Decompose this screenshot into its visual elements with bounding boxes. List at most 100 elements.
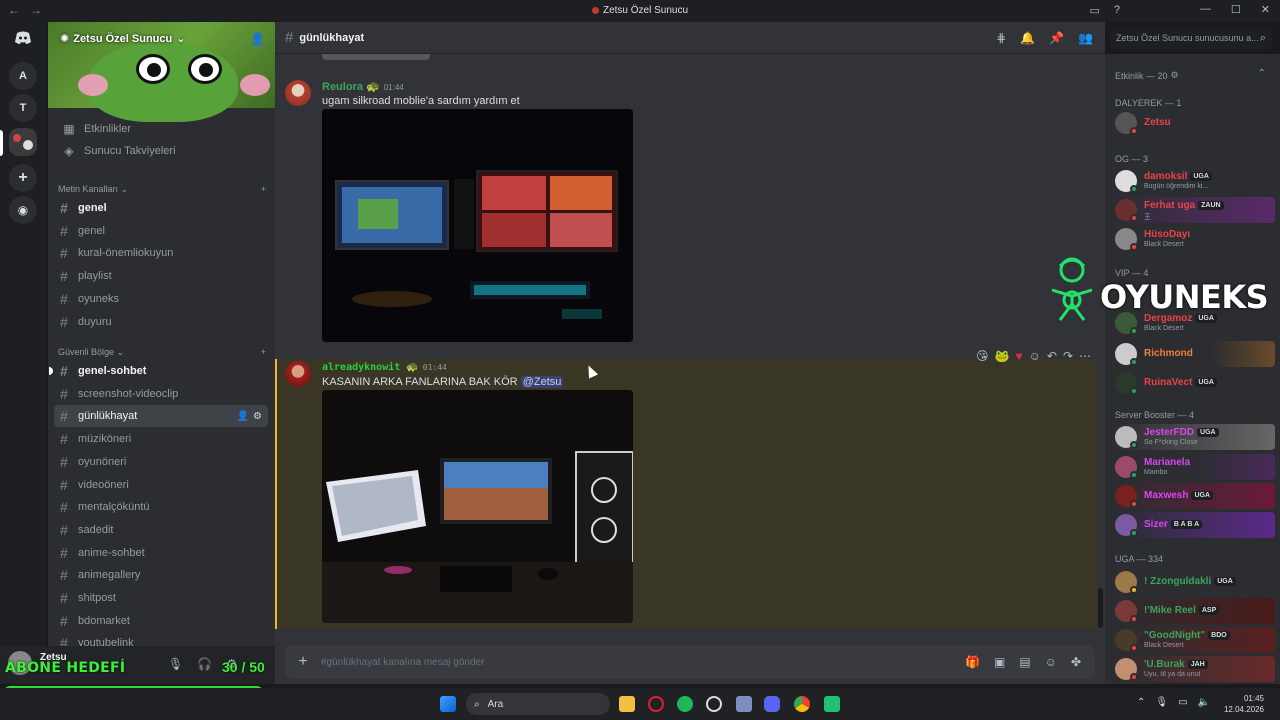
member-list-icon[interactable]: 👥 [1078, 31, 1093, 45]
network-icon[interactable]: ▭ [1178, 697, 1187, 708]
member-item[interactable]: Sizer B A B A [1113, 512, 1275, 538]
member-item[interactable]: Marianela Mambo [1113, 454, 1275, 480]
discord-home-icon[interactable] [9, 24, 37, 52]
server-icon [591, 6, 599, 14]
add-channel-icon[interactable]: + [261, 184, 266, 195]
green-app-icon[interactable] [824, 696, 840, 712]
search-icon: ⌕ [474, 698, 480, 710]
server-t[interactable]: T [9, 94, 37, 122]
chevron-up-icon[interactable]: ⌃ [1137, 697, 1145, 708]
category-safe-zone[interactable]: Güvenli Bölge ⌄ + [58, 347, 266, 358]
add-channel-icon[interactable]: + [261, 347, 266, 358]
threads-icon[interactable]: ⋕ [996, 31, 1006, 45]
member-item[interactable]: HüsoDayı Black Desert [1113, 226, 1275, 252]
channel-b-4[interactable]: # oyunöneri [54, 451, 268, 473]
windows-start-icon[interactable] [440, 696, 456, 712]
taskbar-search[interactable]: ⌕ Ara [466, 693, 610, 715]
category-text-channels[interactable]: Metin Kanalları ⌄ + [58, 184, 266, 195]
file-explorer-icon[interactable] [619, 696, 635, 712]
member-item[interactable]: damoksil UGA Bugün öğrendim ki... [1113, 168, 1275, 194]
user-mention[interactable]: @Zetsu [520, 376, 564, 388]
member-item[interactable]: Ferhat uga ZAUN 王 [1113, 197, 1275, 223]
add-server-icon[interactable]: + [9, 164, 37, 192]
gear-icon[interactable]: ⚙ [1171, 70, 1179, 81]
opera-gx-icon[interactable] [648, 696, 664, 712]
maximize-icon[interactable]: ☐ [1231, 3, 1241, 16]
channel-b-10[interactable]: # shitpost [54, 587, 268, 609]
app-icon[interactable] [736, 696, 752, 712]
channel-b-3[interactable]: # müziköneri [54, 428, 268, 450]
search-input[interactable]: Zetsu Özel Sunucu sunucusunu a... ⌕ [1110, 27, 1272, 49]
channel-b-7[interactable]: # sadedit [54, 519, 268, 541]
setup-photo-2[interactable] [322, 390, 633, 623]
channel-label: sadedit [78, 523, 114, 536]
channel-a-5[interactable]: # duyuru [54, 311, 268, 333]
taskbar-clock[interactable]: 01:45 12.04.2026 [1224, 693, 1264, 715]
volume-icon[interactable]: 🔈 [1198, 697, 1210, 708]
channel-b-2[interactable]: # günlükhayat 👤 ⚙ [54, 405, 268, 428]
member-item[interactable]: "GoodNight" BDO Black Desert [1113, 627, 1275, 653]
message-input[interactable] [321, 656, 966, 668]
channel-a-4[interactable]: # oyuneks [54, 288, 268, 310]
attach-plus-icon[interactable]: + [285, 653, 321, 671]
close-icon[interactable]: ✕ [1261, 3, 1270, 16]
status-indicator [1130, 644, 1138, 652]
channel-b-11[interactable]: # bdomarket [54, 610, 268, 632]
member-item[interactable]: !'Mike Reel ASP [1113, 598, 1275, 624]
status-indicator [1130, 327, 1138, 335]
shortcut-boosts[interactable]: ◈ Sunucu Takviyeleri [56, 140, 266, 162]
headphones-icon[interactable]: 🎧 [197, 657, 212, 671]
server-name-dropdown[interactable]: ✺ Zetsu Özel Sunucu ⌄ [60, 32, 185, 46]
sticker-icon[interactable]: ▤ [1019, 655, 1030, 669]
invite-icon[interactable]: 👤 [237, 411, 249, 422]
help-icon[interactable]: ? [1114, 4, 1120, 17]
emoji-icon[interactable]: ☺ [1045, 655, 1057, 669]
channel-a-2[interactable]: # kural-önemliokuyun [54, 242, 268, 264]
message-author[interactable]: alreadyknowit 🐢 01:44 [322, 362, 447, 373]
pin-icon[interactable]: 📌 [1049, 31, 1064, 45]
member-item[interactable]: Maxwesh UGA [1113, 483, 1275, 509]
channel-settings-gear-icon[interactable]: ⚙ [253, 411, 262, 422]
channel-b-6[interactable]: # mentalçöküntü [54, 496, 268, 518]
member-item[interactable]: Zetsu [1113, 110, 1275, 136]
steam-icon[interactable] [706, 696, 722, 712]
avatar[interactable] [285, 80, 311, 106]
notification-bell-icon[interactable]: 🔔 [1020, 31, 1035, 45]
channel-a-0[interactable]: # genel [54, 197, 268, 219]
channel-b-8[interactable]: # anime-sohbet [54, 542, 268, 564]
channel-b-0[interactable]: # genel-sohbet [49, 360, 268, 382]
member-item[interactable]: JesterFDD UGA So F*cking Close [1113, 424, 1275, 450]
member-item[interactable]: ! Zzonguldakli UGA [1113, 569, 1275, 595]
chrome-icon[interactable] [794, 696, 810, 712]
discover-icon[interactable]: ◉ [9, 196, 37, 224]
channel-b-9[interactable]: # animegallery [54, 564, 268, 586]
inbox-icon[interactable]: ▭ [1089, 4, 1099, 17]
channel-b-5[interactable]: # videoöneri [54, 474, 268, 496]
gift-icon[interactable]: 🎁 [965, 655, 980, 669]
member-item[interactable]: Richmond [1113, 341, 1275, 367]
avatar[interactable] [285, 361, 311, 387]
scrollbar[interactable] [1098, 588, 1103, 628]
shortcut-events[interactable]: ▦ Etkinlikler [56, 118, 266, 140]
member-list: Etkinlik — 20 ⚙ ⌃ DALYEREK — 1 OG — 3 VIP —… [1105, 54, 1280, 684]
apps-icon[interactable]: ✤ [1071, 655, 1081, 669]
server-a[interactable]: A [9, 62, 37, 90]
message-author[interactable]: Reulora 🐢 01:44 [322, 80, 404, 93]
invite-people-icon[interactable]: 👤 [250, 32, 265, 46]
minimize-icon[interactable]: — [1200, 3, 1211, 16]
chevron-up-icon[interactable]: ⌃ [1258, 68, 1266, 79]
channel-label: videoöneri [78, 478, 129, 491]
member-item[interactable]: 'U.Burak JAH Uyu, öl ya da unut [1113, 656, 1275, 682]
server-zetsu[interactable] [9, 128, 37, 156]
microphone-icon[interactable]: 🎙 [1155, 697, 1168, 708]
discord-taskbar-icon[interactable] [764, 696, 780, 712]
channel-b-1[interactable]: # screenshot-videoclip [54, 383, 268, 405]
setup-photo-1[interactable] [322, 109, 633, 342]
member-tag: UGA [1190, 171, 1212, 181]
microphone-icon[interactable]: 🎙 [168, 657, 183, 671]
channel-a-3[interactable]: # playlist [54, 265, 268, 287]
member-item[interactable]: RuinaVect UGA [1113, 370, 1275, 396]
channel-a-1[interactable]: # genel [54, 220, 268, 242]
gif-icon[interactable]: ▣ [994, 655, 1005, 669]
spotify-icon[interactable] [677, 696, 693, 712]
